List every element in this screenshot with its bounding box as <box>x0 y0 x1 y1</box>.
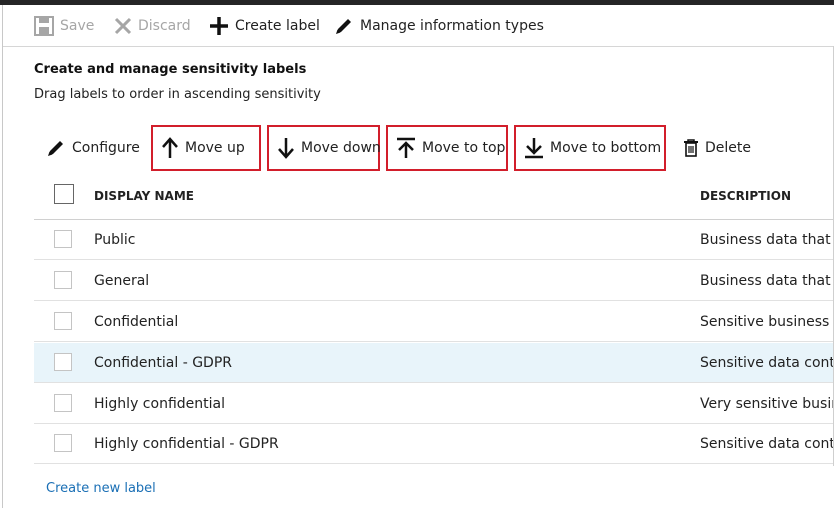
row-display-name: Highly confidential - GDPR <box>94 436 279 452</box>
manage-information-types-button[interactable]: Manage information types <box>334 5 544 46</box>
move-to-top-button[interactable]: Move to top <box>386 125 508 171</box>
discard-button[interactable]: Discard <box>114 5 191 46</box>
arrow-to-bottom-icon <box>525 138 543 159</box>
row-description: Sensitive data contai <box>700 436 834 452</box>
row-checkbox[interactable] <box>54 230 72 248</box>
section-subtitle: Drag labels to order in ascending sensit… <box>34 87 321 102</box>
save-label: Save <box>60 17 95 34</box>
row-description: Business data that is <box>700 273 834 289</box>
move-down-button[interactable]: Move down <box>267 125 381 171</box>
create-new-label-link[interactable]: Create new label <box>46 481 156 496</box>
arrow-up-icon <box>162 137 178 158</box>
move-to-bottom-button[interactable]: Move to bottom <box>514 125 666 171</box>
table-header: DISPLAY NAME DESCRIPTION <box>34 177 834 220</box>
discard-icon <box>114 17 132 34</box>
row-display-name: Highly confidential <box>94 396 225 412</box>
save-icon <box>34 15 54 36</box>
row-checkbox[interactable] <box>54 353 72 371</box>
row-display-name: Confidential <box>94 314 179 330</box>
row-checkbox[interactable] <box>54 394 72 412</box>
save-button[interactable]: Save <box>34 5 94 46</box>
delete-button[interactable]: Delete <box>683 125 751 171</box>
section-title: Create and manage sensitivity labels <box>34 62 307 77</box>
move-up-button[interactable]: Move up <box>151 125 261 171</box>
delete-label: Delete <box>705 140 751 156</box>
row-checkbox[interactable] <box>54 271 72 289</box>
row-description: Sensitive business da <box>700 314 834 330</box>
row-checkbox[interactable] <box>54 434 72 452</box>
row-description: Sensitive data contai <box>700 355 834 371</box>
create-label-button[interactable]: Create label <box>209 5 320 46</box>
table-row[interactable]: Highly confidential - GDPR Sensitive dat… <box>34 424 834 464</box>
toolbar: Save Discard Create label Manage informa… <box>3 5 834 47</box>
row-checkbox[interactable] <box>54 312 72 330</box>
arrow-down-icon <box>278 138 294 159</box>
sensitivity-labels-page: Save Discard Create label Manage informa… <box>0 0 834 508</box>
table-row-selected[interactable]: Confidential - GDPR Sensitive data conta… <box>34 343 834 383</box>
create-label-text: Create label <box>235 17 320 34</box>
move-to-top-label: Move to top <box>422 140 506 156</box>
pencil-icon <box>48 141 63 156</box>
discard-label: Discard <box>138 17 191 34</box>
manage-information-types-text: Manage information types <box>360 17 544 34</box>
select-all-checkbox[interactable] <box>54 184 74 204</box>
table-row[interactable]: General Business data that is <box>34 261 834 301</box>
trash-icon <box>684 139 698 157</box>
row-display-name: General <box>94 273 150 289</box>
pencil-icon <box>336 18 351 34</box>
panel-left-border <box>2 5 3 508</box>
row-display-name: Public <box>94 232 136 248</box>
table-row[interactable]: Highly confidential Very sensitive busin… <box>34 384 834 424</box>
move-up-label: Move up <box>185 140 245 156</box>
column-header-description[interactable]: DESCRIPTION <box>700 189 791 203</box>
column-header-display-name[interactable]: DISPLAY NAME <box>94 189 194 203</box>
configure-button[interactable]: Configure <box>46 125 140 171</box>
arrow-to-top-icon <box>397 137 415 158</box>
row-description: Business data that is <box>700 232 834 248</box>
row-description: Very sensitive busine <box>700 396 834 412</box>
plus-icon <box>210 16 228 35</box>
table-row[interactable]: Public Business data that is <box>34 220 834 260</box>
move-to-bottom-label: Move to bottom <box>550 140 662 156</box>
configure-label: Configure <box>72 140 140 156</box>
row-display-name: Confidential - GDPR <box>94 355 233 371</box>
table-row[interactable]: Confidential Sensitive business da <box>34 302 834 342</box>
move-down-label: Move down <box>301 140 381 156</box>
